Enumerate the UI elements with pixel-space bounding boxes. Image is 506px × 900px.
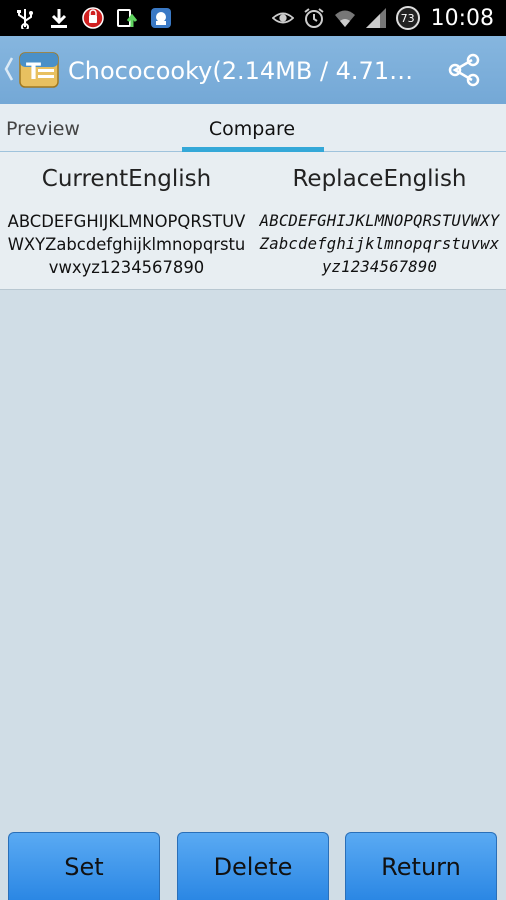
share-icon [448,53,480,87]
clock: 10:08 [430,5,494,31]
usb-icon [17,9,33,29]
download-icon [51,9,67,28]
status-bar: 73 10:08 [0,0,506,36]
tab-compare[interactable]: Compare [168,104,336,152]
screen: 73 10:08 T Chococooky(2.14MB / 4.71MB) P [0,0,506,900]
notification-icon [151,8,171,28]
app-badge-icon [82,7,104,29]
current-font-column: CurrentEnglish ABCDEFGHIJKLMNOPQRSTUVWXY… [0,152,253,290]
return-button[interactable]: Return [345,832,497,900]
back-chevron-icon[interactable] [4,54,14,84]
update-icon [117,9,138,27]
signal-icon [365,8,386,28]
page-title: Chococooky(2.14MB / 4.71MB) [68,57,423,85]
replace-font-column: ReplaceEnglish ABCDEFGHIJKLMNOPQRSTUVWXY… [253,152,506,290]
tab-preview[interactable]: Preview [0,104,168,152]
action-bar: T Chococooky(2.14MB / 4.71MB) [0,36,506,104]
replace-font-heading: ReplaceEnglish [292,166,467,192]
tab-bar: Preview Compare [0,104,506,152]
svg-text:T: T [26,60,41,85]
current-font-heading: CurrentEnglish [41,166,212,192]
status-bar-system: 73 10:08 [271,4,494,32]
current-font-sample: ABCDEFGHIJKLMNOPQRSTUVWXYZabcdefghijklmn… [7,212,246,277]
app-icon[interactable]: T [18,49,60,91]
alarm-icon [303,8,324,28]
battery-level: 73 [400,11,415,25]
set-button[interactable]: Set [8,832,160,900]
status-bar-notifications [14,4,172,32]
delete-button[interactable]: Delete [177,832,329,900]
share-button[interactable] [442,50,486,90]
wifi-icon [334,10,355,27]
eye-icon [271,12,294,24]
battery-indicator: 73 [395,6,420,30]
font-compare-panel: CurrentEnglish ABCDEFGHIJKLMNOPQRSTUVWXY… [0,152,506,290]
replace-font-sample: ABCDEFGHIJKLMNOPQRSTUVWXYZabcdefghijklmn… [259,212,500,276]
